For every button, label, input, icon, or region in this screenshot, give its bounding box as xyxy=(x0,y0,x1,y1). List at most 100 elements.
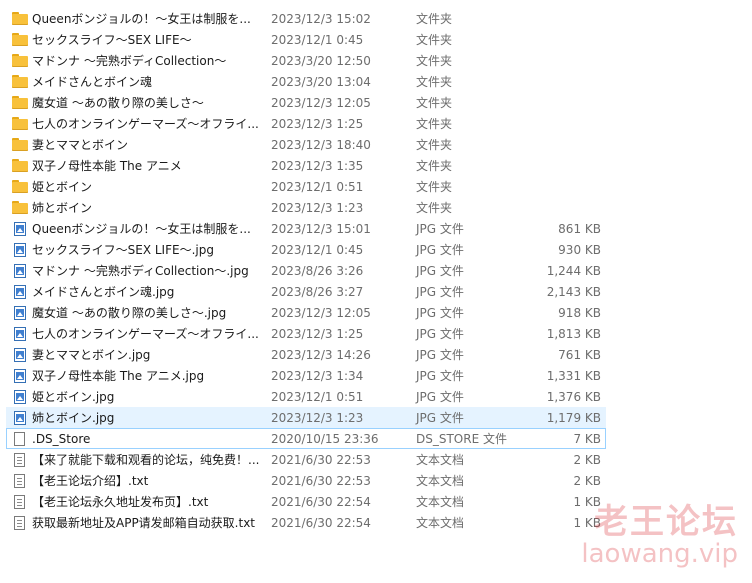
file-date-modified: 2023/12/3 14:26 xyxy=(271,348,371,362)
file-date-modified: 2023/8/26 3:26 xyxy=(271,264,364,278)
file-row[interactable]: .DS_Store 2020/10/15 23:36 DS_STORE 文件 7 KB xyxy=(6,428,606,449)
generic-file-icon xyxy=(12,432,28,446)
watermark-url: laowang.vip xyxy=(581,539,738,569)
file-row[interactable]: 魔女道 ～あの散り際の美しさ～.jpg 2023/12/3 12:05 JPG 文件… xyxy=(6,302,606,323)
file-row[interactable]: 双子ノ母性本能 The アニメ 2023/12/3 1:35 文件夹 xyxy=(6,155,606,176)
file-name: 魔女道 ～あの散り際の美しさ～.jpg xyxy=(32,306,227,320)
file-row[interactable]: 姫とボイン.jpg 2023/12/1 0:51 JPG 文件 1,376 KB xyxy=(6,386,606,407)
folder-icon xyxy=(12,117,28,131)
file-row[interactable]: Queenボンジョルの！～女王は制服を... 2023/12/3 15:01 JPG… xyxy=(6,218,606,239)
file-name: 妻とママとボイン.jpg xyxy=(32,348,151,362)
file-date-modified: 2023/12/3 18:40 xyxy=(271,138,371,152)
file-row[interactable]: 【老王论坛永久地址发布页】.txt 2021/6/30 22:54 文本文档 1 KB xyxy=(6,491,606,512)
file-row[interactable]: 七人のオンラインゲーマーズ～オフライ... 2023/12/3 1:25 文件夹 xyxy=(6,113,606,134)
file-size: 761 KB xyxy=(558,348,601,362)
file-date-modified: 2023/12/1 0:45 xyxy=(271,33,364,47)
file-date-modified: 2021/6/30 22:53 xyxy=(271,453,371,467)
file-name: 姫とボイン.jpg xyxy=(32,390,115,404)
file-name: 获取最新地址及APP请发邮箱自动获取.txt xyxy=(32,516,256,530)
image-file-icon xyxy=(12,411,28,425)
file-name: 七人のオンラインゲーマーズ～オフライ... xyxy=(32,117,259,131)
file-row[interactable]: メイドさんとボイン魂 2023/3/20 13:04 文件夹 xyxy=(6,71,606,92)
file-type: 文件夹 xyxy=(416,117,453,131)
file-row[interactable]: セックスライフ～SEX LIFE～ 2023/12/1 0:45 文件夹 xyxy=(6,29,606,50)
file-size: 861 KB xyxy=(558,222,601,236)
image-file-icon xyxy=(12,243,28,257)
image-file-icon xyxy=(12,264,28,278)
file-name: マドンナ ～完熟ボディCollection～.jpg xyxy=(32,264,249,278)
folder-icon xyxy=(12,96,28,110)
file-date-modified: 2023/12/3 15:01 xyxy=(271,222,371,236)
file-row[interactable]: 【来了就能下载和观看的论坛，纯免费！... 2021/6/30 22:53 文本文档… xyxy=(6,449,606,470)
folder-icon xyxy=(12,138,28,152)
file-type: 文件夹 xyxy=(416,180,453,194)
file-row[interactable]: 姫とボイン 2023/12/1 0:51 文件夹 xyxy=(6,176,606,197)
file-size: 1 KB xyxy=(573,516,601,530)
file-date-modified: 2023/12/3 1:23 xyxy=(271,411,364,425)
file-row[interactable]: 妻とママとボイン 2023/12/3 18:40 文件夹 xyxy=(6,134,606,155)
file-name: Queenボンジョルの！～女王は制服を... xyxy=(32,12,251,26)
file-size: 930 KB xyxy=(558,243,601,257)
file-date-modified: 2023/12/3 1:35 xyxy=(271,159,364,173)
file-name: 【老王论坛永久地址发布页】.txt xyxy=(32,495,209,509)
file-date-modified: 2023/12/1 0:51 xyxy=(271,180,364,194)
file-name: 姫とボイン xyxy=(32,180,93,194)
image-file-icon xyxy=(12,327,28,341)
file-row[interactable]: 姉とボイン 2023/12/3 1:23 文件夹 xyxy=(6,197,606,218)
file-name: 魔女道 ～あの散り際の美しさ～ xyxy=(32,96,204,110)
file-date-modified: 2021/6/30 22:53 xyxy=(271,474,371,488)
file-size: 2 KB xyxy=(573,474,601,488)
file-name: 姉とボイン xyxy=(32,201,93,215)
file-date-modified: 2023/12/3 1:25 xyxy=(271,327,364,341)
file-size: 1,376 KB xyxy=(546,390,601,404)
file-row[interactable]: 妻とママとボイン.jpg 2023/12/3 14:26 JPG 文件 761 KB xyxy=(6,344,606,365)
file-date-modified: 2021/6/30 22:54 xyxy=(271,495,371,509)
file-type: 文件夹 xyxy=(416,201,453,215)
file-row[interactable]: マドンナ ～完熟ボディCollection～ 2023/3/20 12:50 文件夹 xyxy=(6,50,606,71)
file-row[interactable]: 魔女道 ～あの散り際の美しさ～ 2023/12/3 12:05 文件夹 xyxy=(6,92,606,113)
file-size: 1 KB xyxy=(573,495,601,509)
file-list: Queenボンジョルの！～女王は制服を... 2023/12/3 15:02 文件夹… xyxy=(6,8,606,533)
image-file-icon xyxy=(12,390,28,404)
file-row[interactable]: メイドさんとボイン魂.jpg 2023/8/26 3:27 JPG 文件 2,143 … xyxy=(6,281,606,302)
file-name: 双子ノ母性本能 The アニメ.jpg xyxy=(32,369,205,383)
file-size: 918 KB xyxy=(558,306,601,320)
file-row[interactable]: セックスライフ～SEX LIFE～.jpg 2023/12/1 0:45 JPG 文… xyxy=(6,239,606,260)
file-date-modified: 2023/12/3 1:34 xyxy=(271,369,364,383)
file-name: セックスライフ～SEX LIFE～ xyxy=(32,33,192,47)
file-size: 1,179 KB xyxy=(546,411,601,425)
file-name: Queenボンジョルの！～女王は制服を... xyxy=(32,222,251,236)
file-type: 文件夹 xyxy=(416,12,453,26)
file-name: .DS_Store xyxy=(32,432,91,446)
file-type: 文件夹 xyxy=(416,75,453,89)
file-row[interactable]: 【老王论坛介绍】.txt 2021/6/30 22:53 文本文档 2 KB xyxy=(6,470,606,491)
file-date-modified: 2023/12/3 1:25 xyxy=(271,117,364,131)
file-row[interactable]: 七人のオンラインゲーマーズ～オフライ... 2023/12/3 1:25 JPG 文… xyxy=(6,323,606,344)
file-name: 七人のオンラインゲーマーズ～オフライ... xyxy=(32,327,259,341)
file-date-modified: 2023/12/1 0:45 xyxy=(271,243,364,257)
folder-icon xyxy=(12,180,28,194)
file-row[interactable]: 双子ノ母性本能 The アニメ.jpg 2023/12/3 1:34 JPG 文件 1… xyxy=(6,365,606,386)
file-size: 2,143 KB xyxy=(546,285,601,299)
file-date-modified: 2023/12/3 12:05 xyxy=(271,306,371,320)
file-date-modified: 2023/8/26 3:27 xyxy=(271,285,364,299)
file-size: 1,331 KB xyxy=(546,369,601,383)
file-size: 7 KB xyxy=(573,432,601,446)
file-row[interactable]: マドンナ ～完熟ボディCollection～.jpg 2023/8/26 3:26… xyxy=(6,260,606,281)
file-date-modified: 2023/12/3 1:23 xyxy=(271,201,364,215)
file-size: 2 KB xyxy=(573,453,601,467)
file-row[interactable]: Queenボンジョルの！～女王は制服を... 2023/12/3 15:02 文件夹 xyxy=(6,8,606,29)
file-row[interactable]: 姉とボイン.jpg 2023/12/3 1:23 JPG 文件 1,179 KB xyxy=(6,407,606,428)
text-file-icon xyxy=(12,474,28,488)
file-type: 文件夹 xyxy=(416,159,453,173)
image-file-icon xyxy=(12,222,28,236)
image-file-icon xyxy=(12,285,28,299)
folder-icon xyxy=(12,54,28,68)
image-file-icon xyxy=(12,306,28,320)
text-file-icon xyxy=(12,453,28,467)
file-row[interactable]: 获取最新地址及APP请发邮箱自动获取.txt 2021/6/30 22:54 文本文… xyxy=(6,512,606,533)
file-type: 文件夹 xyxy=(416,96,453,110)
folder-icon xyxy=(12,12,28,26)
file-name: メイドさんとボイン魂.jpg xyxy=(32,285,175,299)
file-type: 文件夹 xyxy=(416,138,453,152)
